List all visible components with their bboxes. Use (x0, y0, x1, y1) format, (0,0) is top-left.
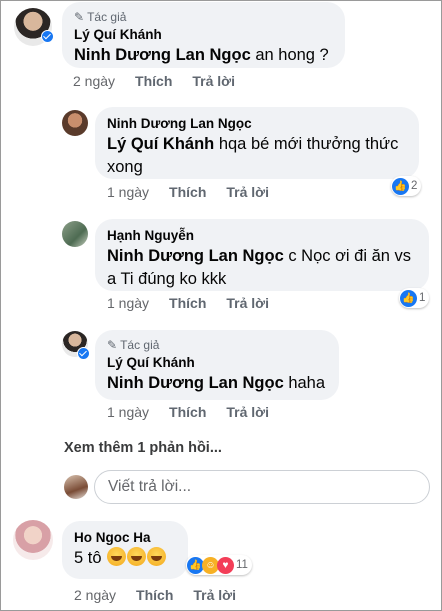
comment-text: Ninh Dương Lan Ngọc an hong ? (74, 46, 329, 64)
like-button[interactable]: Thích (169, 295, 206, 311)
avatar (64, 475, 88, 499)
comment-text: 5 tô (74, 547, 176, 570)
timestamp[interactable]: 2 ngày (74, 587, 116, 603)
comment-author[interactable]: Lý Quí Khánh (107, 354, 327, 372)
comment-bubble: Ninh Dương Lan Ngọc Lý Quí Khánh hqa bé … (95, 107, 419, 179)
comment-actions: 1 ngày Thích Trả lời (107, 404, 269, 420)
reaction-summary[interactable]: 👍 1 (399, 288, 430, 308)
timestamp[interactable]: 1 ngày (107, 184, 149, 200)
like-reaction-icon: 👍 (392, 177, 409, 195)
avatar[interactable] (62, 221, 88, 247)
comment-author[interactable]: Hạnh Nguyễn (107, 227, 417, 245)
laughing-emoji-icon (127, 547, 147, 566)
timestamp[interactable]: 1 ngày (107, 404, 149, 420)
reply-button[interactable]: Trả lời (192, 73, 235, 89)
reply-button[interactable]: Trả lời (226, 404, 269, 420)
mention-link[interactable]: Ninh Dương Lan Ngọc (107, 374, 284, 392)
like-button[interactable]: Thích (169, 184, 206, 200)
avatar[interactable] (13, 520, 53, 560)
pencil-icon: ✎ (107, 338, 118, 352)
love-reaction-icon: ♥ (217, 556, 234, 574)
comment-author[interactable]: Ho Ngoc Ha (74, 529, 176, 547)
reply-input[interactable]: Viết trả lời... (94, 470, 430, 504)
timestamp[interactable]: 1 ngày (107, 295, 149, 311)
verified-badge-icon (41, 30, 54, 43)
author-tag: ✎ Tác giả (74, 10, 127, 24)
comment-bubble: ✎ Tác giả Lý Quí Khánh Ninh Dương Lan Ng… (95, 330, 339, 400)
mention-link[interactable]: Lý Quí Khánh (107, 135, 214, 153)
author-tag: ✎ Tác giả (107, 338, 160, 352)
timestamp[interactable]: 2 ngày (73, 73, 115, 89)
comment-actions: 2 ngày Thích Trả lời (74, 587, 236, 603)
laughing-emoji-icon (147, 547, 167, 566)
comment-actions: 1 ngày Thích Trả lời (107, 184, 269, 200)
view-more-replies-link[interactable]: Xem thêm 1 phản hồi... (64, 440, 222, 456)
laughing-emoji-icon (107, 547, 127, 566)
mention-link[interactable]: Ninh Dương Lan Ngọc (74, 46, 251, 64)
comment-text-line: xong (107, 158, 143, 176)
comment-actions: 2 ngày Thích Trả lời (73, 73, 235, 89)
comment-text-line: a Ti đúng ko kkk (107, 270, 227, 288)
reply-input-placeholder: Viết trả lời... (108, 478, 192, 495)
reaction-summary[interactable]: 👍 2 (391, 176, 422, 196)
like-button[interactable]: Thích (135, 73, 172, 89)
reaction-summary[interactable]: 👍 ☺ ♥ 11 (186, 555, 252, 575)
comment-author[interactable]: Lý Quí Khánh (74, 26, 333, 44)
verified-badge-icon (77, 347, 90, 360)
comment-actions: 1 ngày Thích Trả lời (107, 295, 269, 311)
comment-bubble: Ho Ngoc Ha 5 tô (62, 521, 188, 579)
like-button[interactable]: Thích (136, 587, 173, 603)
comment-author[interactable]: Ninh Dương Lan Ngọc (107, 115, 407, 133)
reply-button[interactable]: Trả lời (226, 184, 269, 200)
avatar[interactable] (62, 110, 88, 136)
like-button[interactable]: Thích (169, 404, 206, 420)
reply-button[interactable]: Trả lời (193, 587, 236, 603)
comment-text: Lý Quí Khánh hqa bé mới thưởng thức (107, 135, 399, 153)
comment-text: Ninh Dương Lan Ngọc haha (107, 374, 326, 392)
comment-bubble: Hạnh Nguyễn Ninh Dương Lan Ngọc c Nọc ơi… (95, 219, 429, 291)
mention-link[interactable]: Ninh Dương Lan Ngọc (107, 247, 284, 265)
pencil-icon: ✎ (74, 10, 85, 24)
like-reaction-icon: 👍 (400, 289, 417, 307)
comment-text: Ninh Dương Lan Ngọc c Nọc ơi đi ăn vs (107, 247, 412, 265)
reply-button[interactable]: Trả lời (226, 295, 269, 311)
comment-bubble: ✎ Tác giả Lý Quí Khánh Ninh Dương Lan Ng… (62, 2, 345, 68)
